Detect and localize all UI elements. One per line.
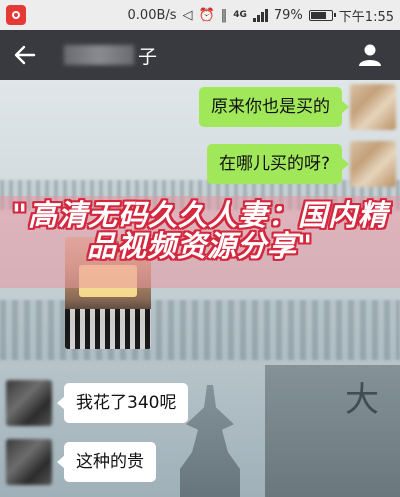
status-bar: 0.00B/s ◁ ⏰ ‖ 4G 79% 下午1:55 [0,0,400,30]
back-button[interactable] [0,30,50,80]
message-received: 这种的贵 [0,437,400,487]
avatar[interactable] [350,84,396,130]
chat-header: 子 [0,30,400,80]
profile-button[interactable] [350,30,390,80]
app-notification-icon [6,5,26,25]
overlay-headline: "高清无码久久人妻：国内精品视频资源分享" [11,198,389,263]
avatar[interactable] [6,439,52,485]
message-bubble[interactable]: 原来你也是买的 [199,87,349,127]
message-received: 我花了340呢 [0,378,400,428]
alarm-icon: ⏰ [198,7,215,23]
network-speed: 0.00B/s [127,7,177,23]
message-bubble[interactable]: 这种的贵 [57,442,156,482]
title-suffix: 子 [138,45,158,68]
network-type: 4G [233,10,247,20]
title-redacted [64,45,134,65]
avatar[interactable] [6,380,52,426]
vibrate-icon: ‖ [220,7,228,23]
message-sent: 原来你也是买的 [0,84,400,130]
background-roof-lower [0,300,400,360]
image-content [65,309,151,349]
arrow-left-icon [14,45,36,65]
clock: 下午1:55 [338,9,394,25]
message-bubble[interactable]: 我花了340呢 [56,383,189,423]
avatar[interactable] [350,141,396,187]
person-icon [359,44,381,66]
chat-title: 子 [64,42,157,69]
message-bubble[interactable]: 在哪儿买的呀? [206,144,350,184]
status-indicators: 0.00B/s ◁ ⏰ ‖ 4G 79% 下午1:55 [128,0,394,30]
battery-icon [308,9,336,21]
message-sent: 在哪儿买的呀? [0,141,400,187]
mute-icon: ◁ [182,7,193,23]
signal-icon [252,8,268,22]
battery-percent: 79% [273,7,303,23]
